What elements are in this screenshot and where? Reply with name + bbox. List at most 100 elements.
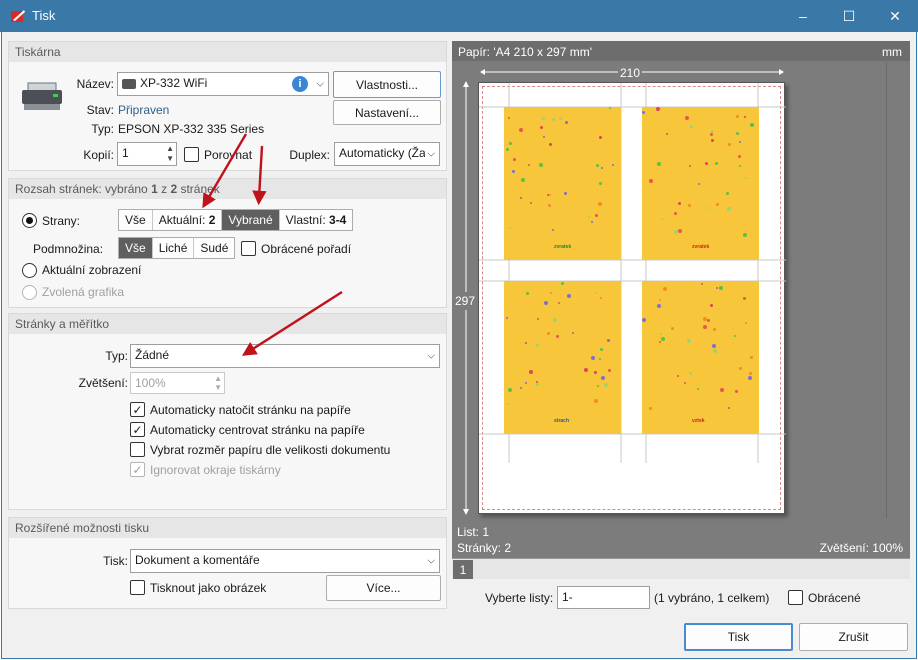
more-button[interactable]: Více...: [326, 575, 441, 601]
confetti-dot: [547, 194, 549, 196]
confetti-dot: [659, 341, 661, 343]
chevron-down-icon: ⌵: [427, 555, 435, 567]
maximize-button[interactable]: ☐: [826, 0, 872, 32]
confetti-dot: [600, 348, 603, 351]
settings-button[interactable]: Nastavení...: [333, 100, 441, 125]
current-view-radio[interactable]: [22, 263, 37, 278]
cancel-button[interactable]: Zrušit: [799, 623, 908, 651]
confetti-dot: [604, 383, 608, 387]
confetti-dot: [659, 299, 661, 301]
chevron-down-icon: ⌵: [425, 148, 435, 160]
print-what-select[interactable]: Dokument a komentáře ⌵: [130, 549, 440, 573]
confetti-dot: [595, 292, 597, 294]
auto-center-checkbox[interactable]: ✓: [130, 422, 145, 437]
collate-checkbox[interactable]: [184, 147, 199, 162]
confetti-dot: [550, 292, 552, 294]
duplex-select[interactable]: Automaticky (Ža ⌵: [334, 142, 440, 166]
confetti-dot: [536, 383, 539, 386]
print-button[interactable]: Tisk: [684, 623, 793, 651]
pages-option-selected[interactable]: Vybrané: [222, 210, 280, 230]
confetti-dot: [556, 335, 559, 338]
ignore-margins-label: Ignorovat okraje tiskárny: [150, 463, 281, 477]
confetti-dot: [726, 192, 729, 195]
app-icon: [11, 10, 25, 22]
confetti-dot: [707, 319, 710, 322]
pages-option-all[interactable]: Vše: [119, 210, 153, 230]
window-title: Tisk: [32, 8, 56, 23]
print-what-label: Tisk:: [103, 554, 128, 568]
confetti-dot: [506, 148, 509, 151]
confetti-dot: [743, 297, 746, 300]
subset-option-all[interactable]: Vše: [119, 238, 153, 258]
confetti-dot: [543, 136, 545, 138]
confetti-dot: [537, 318, 539, 320]
copies-spinner[interactable]: ▲ ▼: [166, 144, 174, 164]
reverse-order-checkbox[interactable]: [241, 241, 256, 256]
confetti-dot: [736, 115, 739, 118]
confetti-dot: [549, 143, 552, 146]
confetti-dot: [745, 177, 747, 179]
confetti-dot: [661, 218, 663, 220]
preview-scrollbar[interactable]: [886, 62, 900, 518]
confetti-dot: [521, 178, 525, 182]
copies-label: Kopií:: [83, 148, 114, 162]
confetti-dot: [536, 381, 538, 383]
selected-graphic-radio[interactable]: [22, 285, 37, 300]
confetti-dot: [660, 333, 662, 335]
auto-rotate-checkbox[interactable]: ✓: [130, 402, 145, 417]
scale-type-select[interactable]: Žádné ⌵: [130, 344, 440, 368]
confetti-dot: [512, 170, 515, 173]
confetti-dot: [656, 107, 660, 111]
confetti-dot: [674, 212, 677, 215]
page-tile: zvratek: [642, 107, 759, 260]
confetti-dot: [685, 116, 689, 120]
confetti-dot: [711, 139, 714, 142]
confetti-dot: [642, 318, 646, 322]
close-button[interactable]: ✕: [872, 0, 918, 32]
paper-by-document-checkbox[interactable]: [130, 442, 145, 457]
sheets-input[interactable]: 1-: [557, 586, 650, 609]
confetti-dot: [657, 162, 661, 166]
preview-paper: zvratek zvratek strach vztek: [478, 82, 786, 514]
reverse-sheets-checkbox[interactable]: [788, 590, 803, 605]
zoom-input[interactable]: 100% ▲ ▼: [130, 372, 225, 394]
confetti-dot: [572, 332, 574, 334]
page-tab-1[interactable]: 1: [453, 560, 473, 579]
confetti-dot: [547, 332, 550, 335]
page-tile: strach: [504, 281, 621, 434]
minimize-button[interactable]: –: [780, 0, 826, 32]
copies-input[interactable]: 1 ▲ ▼: [117, 142, 177, 166]
properties-button[interactable]: Vlastnosti...: [333, 71, 441, 98]
printer-select[interactable]: XP-332 WiFi i ⌵: [117, 72, 329, 96]
confetti-dot: [601, 376, 605, 380]
print-as-image-checkbox[interactable]: [130, 580, 145, 595]
pages-option-custom[interactable]: Vlastní: 3-4: [280, 210, 353, 230]
confetti-dot: [703, 325, 707, 329]
printer-section-title: Tiskárna: [9, 42, 446, 62]
pages-option-current[interactable]: Aktuální: 2: [153, 210, 223, 230]
ignore-margins-checkbox[interactable]: ✓: [130, 462, 145, 477]
zoom-spinner[interactable]: ▲ ▼: [214, 374, 222, 392]
status-label: Stav:: [86, 103, 114, 117]
confetti-dot: [595, 214, 598, 217]
chevron-down-icon: ⌵: [316, 78, 324, 90]
confetti-dot: [734, 335, 736, 337]
confetti-dot: [542, 117, 545, 120]
confetti-dot: [552, 229, 554, 231]
confetti-dot: [567, 294, 571, 298]
pages-radio[interactable]: [22, 213, 37, 228]
confetti-dot: [513, 158, 516, 161]
confetti-dot: [748, 376, 752, 380]
confetti-dot: [612, 164, 614, 166]
page-range-section-title: Rozsah stránek: vybráno 1 z 2 stránek: [9, 179, 446, 199]
confetti-dot: [713, 328, 716, 331]
info-icon[interactable]: i: [292, 76, 308, 92]
confetti-dot: [525, 382, 527, 384]
confetti-dot: [749, 372, 752, 375]
confetti-dot: [745, 322, 747, 324]
confetti-dot: [599, 182, 602, 185]
subset-option-even[interactable]: Sudé: [194, 238, 234, 258]
confetti-dot: [608, 369, 611, 372]
subset-option-odd[interactable]: Liché: [153, 238, 195, 258]
confetti-dot: [596, 164, 599, 167]
